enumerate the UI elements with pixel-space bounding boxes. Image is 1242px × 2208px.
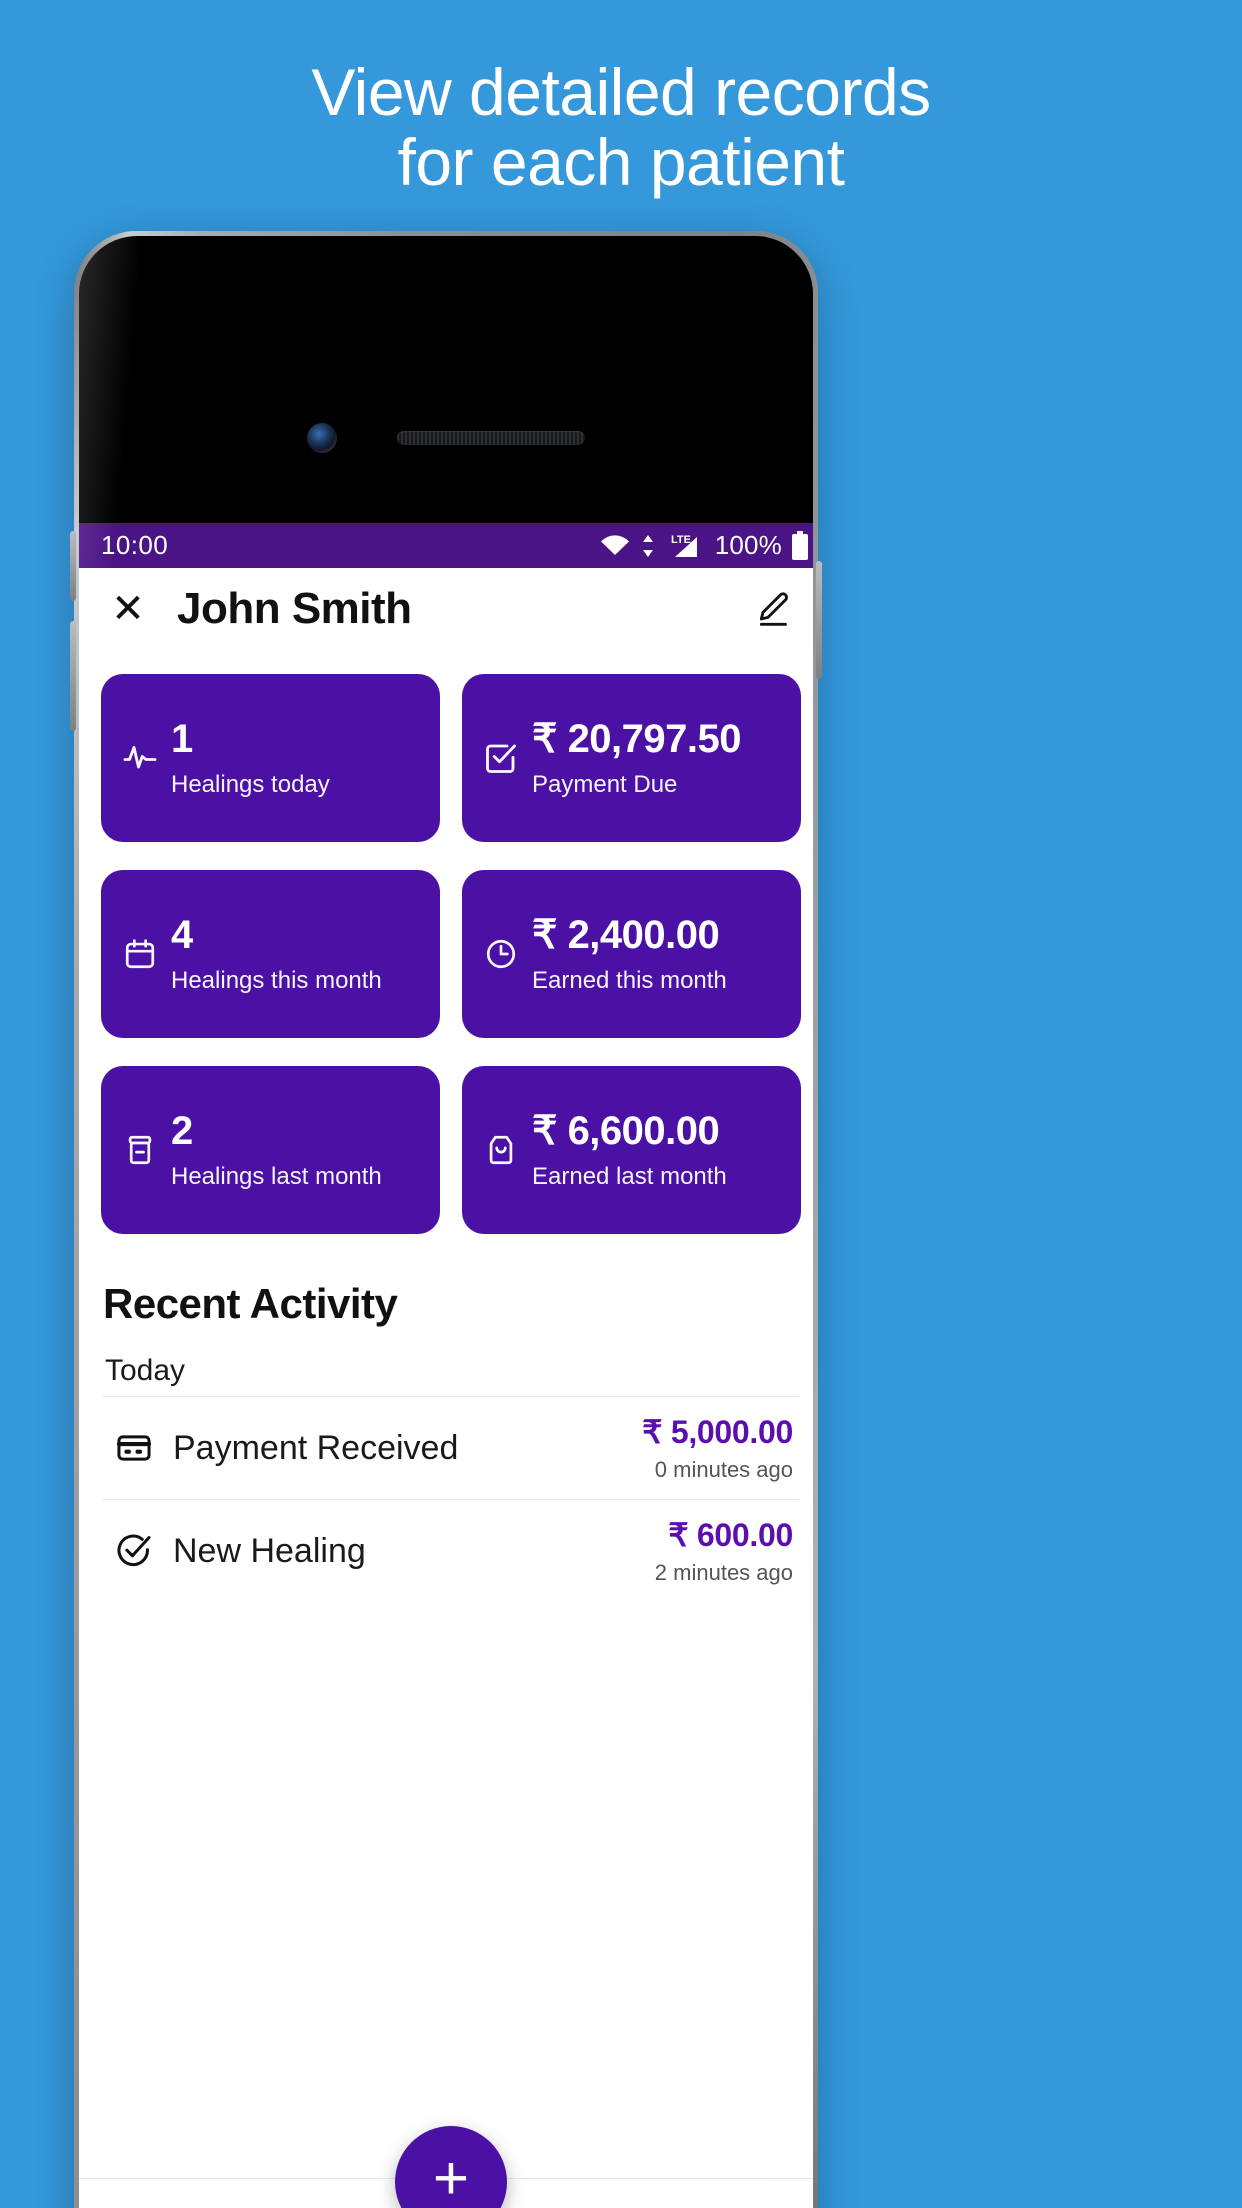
clock-icon [480, 937, 522, 971]
edit-button[interactable] [749, 585, 797, 633]
activity-meta: ₹ 5,000.00 0 minutes ago [642, 1413, 793, 1483]
stat-card-grid: 1 Healings today ₹ 20,797.50 Payment Due [79, 650, 813, 1234]
credit-card-icon [115, 1429, 155, 1467]
calendar-icon [119, 937, 161, 971]
stat-card-healings-today[interactable]: 1 Healings today [101, 674, 440, 842]
stat-card-text: ₹ 2,400.00 Earned this month [532, 913, 727, 996]
promo-headline: View detailed records for each patient [0, 55, 1242, 199]
stat-label: Earned last month [532, 1163, 727, 1191]
data-transfer-icon [642, 534, 653, 557]
status-bar-time: 10:00 [101, 530, 169, 560]
checkbox-icon [480, 740, 522, 776]
stat-label: Earned this month [532, 967, 727, 995]
stat-label: Payment Due [532, 771, 678, 799]
battery-percent-label: 100% [714, 530, 782, 560]
activity-time: 0 minutes ago [654, 1457, 793, 1482]
earpiece-speaker-icon [397, 431, 585, 445]
activity-amount: ₹ 600.00 [668, 1517, 793, 1553]
power-button[interactable] [816, 561, 822, 679]
activity-day-label: Today [105, 1354, 186, 1387]
stat-label: Healings today [171, 771, 330, 799]
check-circle-icon [115, 1532, 155, 1570]
activity-name: Payment Received [173, 1428, 459, 1467]
status-bar-icons: LTE 100% [598, 530, 809, 561]
stat-card-earned-this-month[interactable]: ₹ 2,400.00 Earned this month [462, 870, 801, 1038]
stat-card-payment-due[interactable]: ₹ 20,797.50 Payment Due [462, 674, 801, 842]
plus-icon: + [432, 2144, 470, 2208]
stat-card-text: ₹ 20,797.50 Payment Due [532, 717, 741, 800]
phone-bezel: 10:00 LTE 100% ✕ John Smith 1 Healings t… [79, 236, 813, 2208]
nav-item-list[interactable] [228, 2179, 377, 2208]
phone-device-frame: 10:00 LTE 100% ✕ John Smith 1 Healings t… [70, 231, 822, 2208]
activity-name: New Healing [173, 1531, 366, 1570]
pulse-icon [119, 740, 161, 776]
stat-card-text: 1 Healings today [171, 717, 330, 800]
phone-sensor-row [79, 421, 813, 455]
volume-down-button[interactable] [70, 621, 76, 731]
phone-screen: 10:00 LTE 100% ✕ John Smith 1 Healings t… [79, 523, 813, 2208]
activity-meta: ₹ 600.00 2 minutes ago [654, 1516, 794, 1586]
svg-text:LTE: LTE [671, 534, 691, 546]
stat-card-text: ₹ 6,600.00 Earned last month [532, 1109, 727, 1192]
stat-card-text: 4 Healings this month [171, 913, 382, 996]
nav-item-home[interactable] [79, 2179, 228, 2208]
page-title: John Smith [177, 584, 412, 633]
stat-value: ₹ 20,797.50 [532, 716, 742, 761]
promo-line-1: View detailed records [311, 55, 931, 129]
close-icon[interactable]: ✕ [105, 589, 151, 629]
bag-icon [480, 1133, 522, 1167]
stat-card-earned-last-month[interactable]: ₹ 6,600.00 Earned last month [462, 1066, 801, 1234]
stat-label: Healings last month [171, 1163, 382, 1191]
promo-line-2: for each patient [397, 124, 845, 199]
stat-card-healings-last-month[interactable]: 2 Healings last month [101, 1066, 440, 1234]
add-button[interactable]: + [395, 2126, 507, 2208]
section-title: Recent Activity [103, 1280, 398, 1327]
stat-value: ₹ 2,400.00 [532, 912, 720, 957]
stat-card-text: 2 Healings last month [171, 1109, 382, 1192]
recent-activity-section: Recent Activity Today Payment Received ₹ [79, 1234, 813, 1602]
nav-item-reports[interactable] [525, 2179, 674, 2208]
archive-icon [119, 1133, 161, 1167]
edit-pencil-icon [759, 592, 788, 626]
activity-amount: ₹ 5,000.00 [642, 1414, 793, 1450]
app-bar: ✕ John Smith [79, 568, 813, 650]
stat-value: 2 [171, 1108, 193, 1153]
status-bar: 10:00 LTE 100% [79, 523, 813, 568]
battery-full-icon [792, 530, 808, 560]
nav-item-settings[interactable] [674, 2179, 813, 2208]
stat-label: Healings this month [171, 967, 382, 995]
activity-row[interactable]: Payment Received ₹ 5,000.00 0 minutes ag… [103, 1396, 799, 1499]
stat-value: 1 [171, 716, 193, 761]
front-camera-icon [307, 423, 337, 453]
volume-up-button[interactable] [70, 531, 76, 601]
stat-value: ₹ 6,600.00 [532, 1108, 720, 1153]
activity-row[interactable]: New Healing ₹ 600.00 2 minutes ago [103, 1499, 799, 1602]
signal-icon: LTE [671, 534, 697, 557]
activity-time: 2 minutes ago [654, 1560, 793, 1585]
stat-card-healings-this-month[interactable]: 4 Healings this month [101, 870, 440, 1038]
stat-value: 4 [171, 912, 193, 957]
wifi-icon [600, 534, 629, 555]
